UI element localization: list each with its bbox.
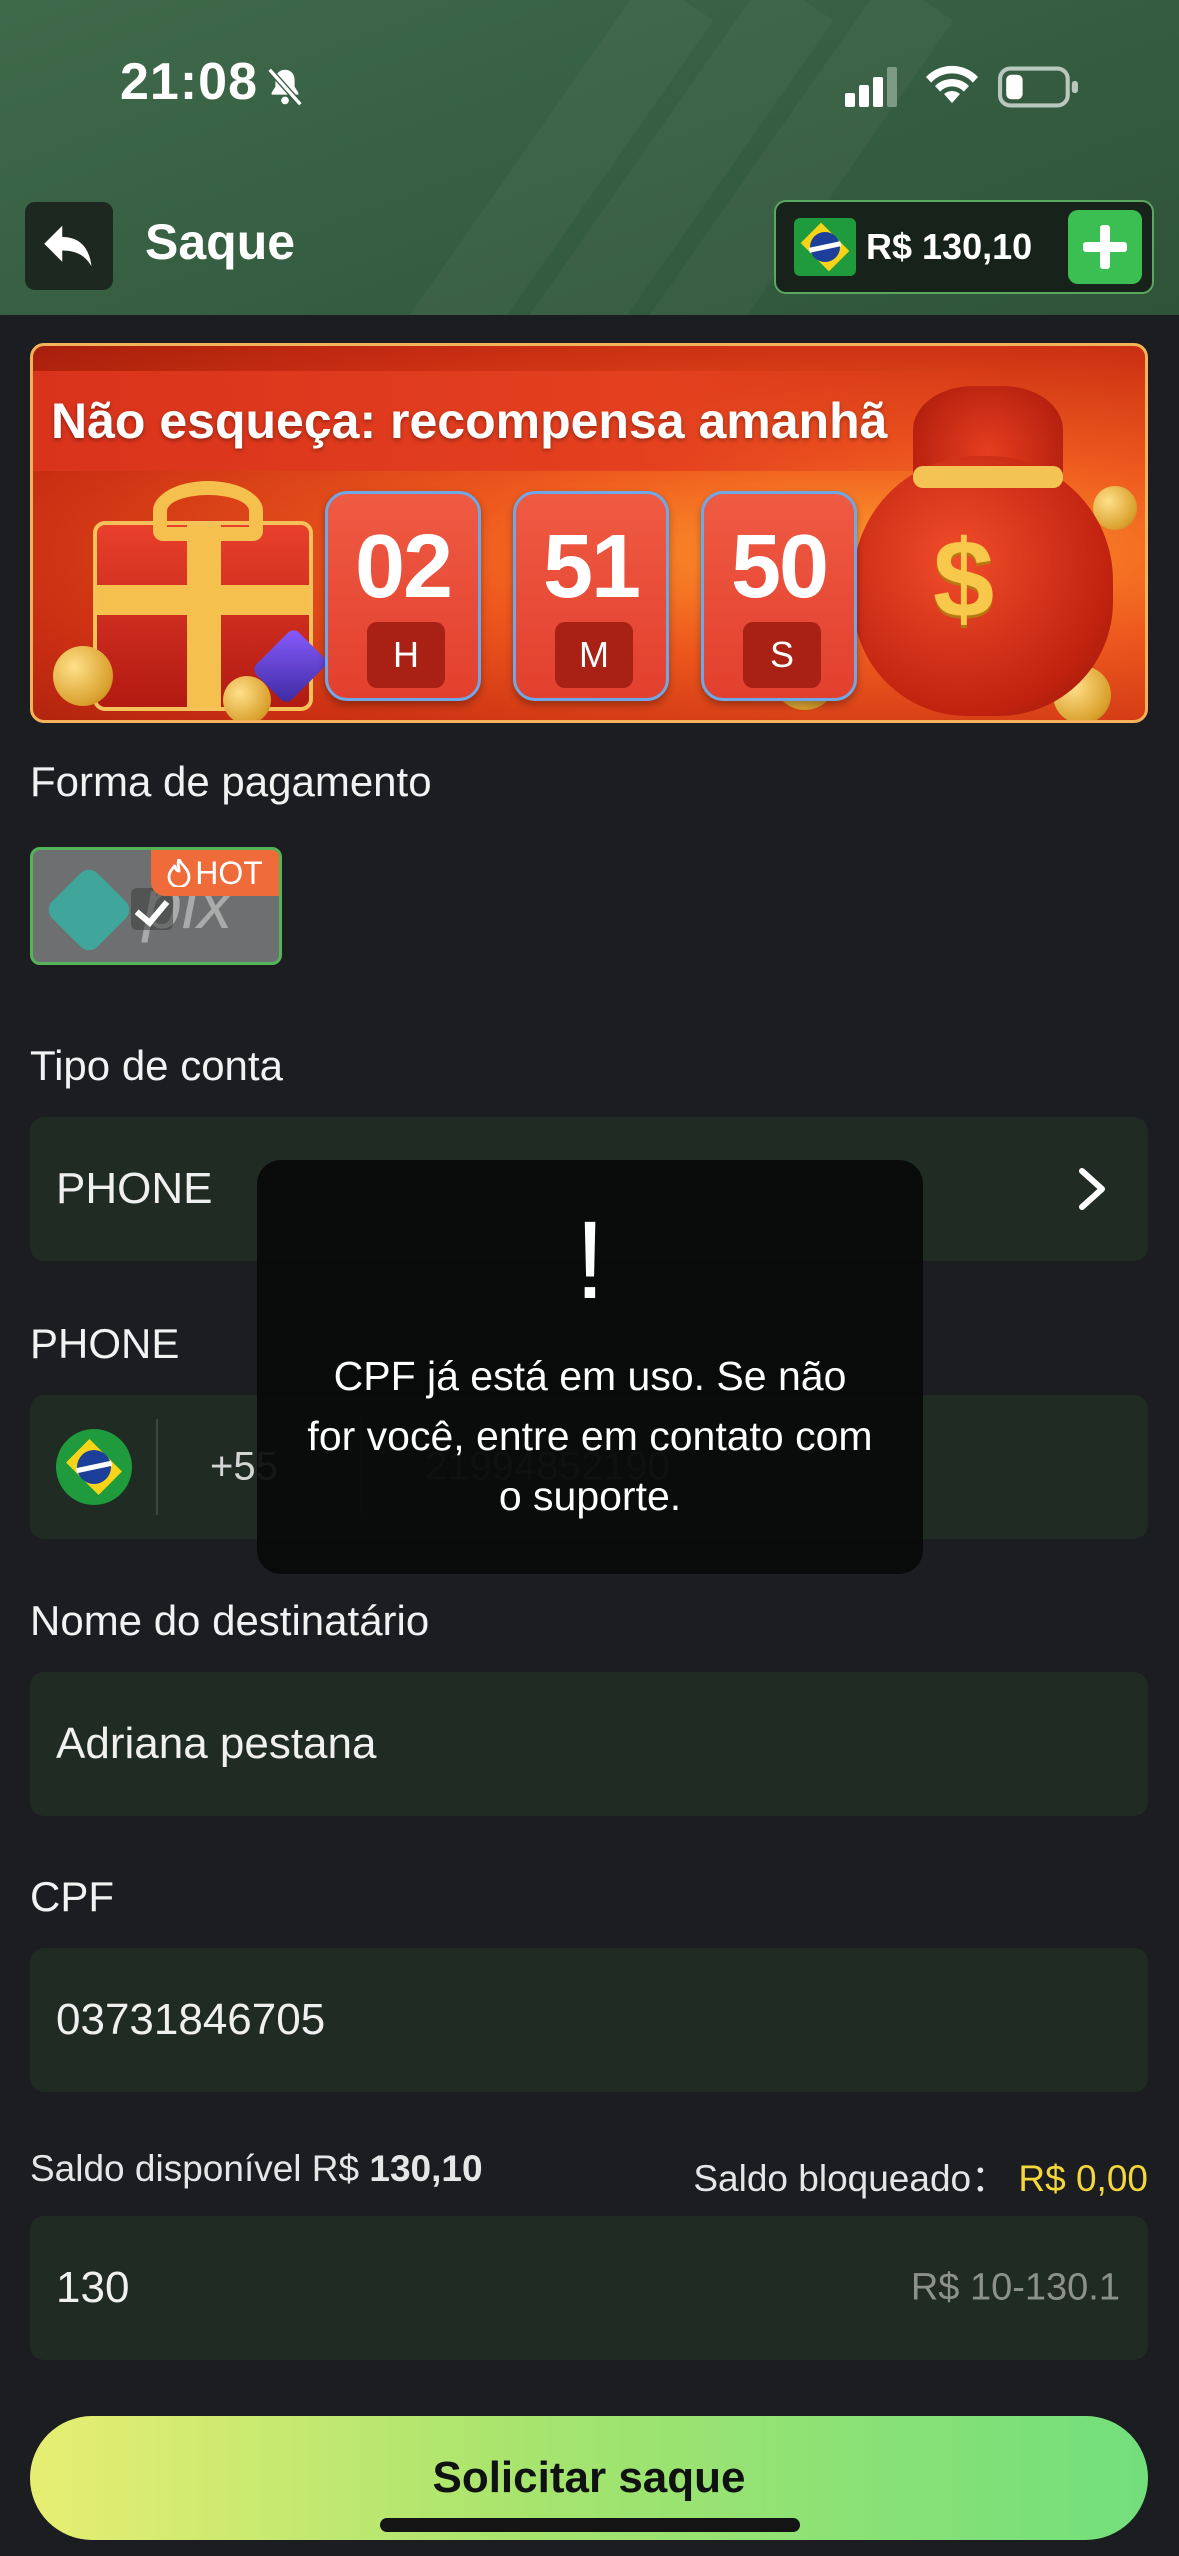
balance-amount: R$ 130,10 [866,226,1033,267]
cpf-value: 03731846705 [56,1995,326,2044]
amount-input[interactable]: 130 R$ 10-130.1 [30,2216,1148,2360]
brazil-flag-icon [794,218,856,276]
back-arrow-icon [44,225,92,267]
battery-icon [998,66,1078,108]
deposit-plus-button[interactable] [1068,210,1142,284]
home-indicator [380,2518,800,2532]
brazil-flag-icon [56,1429,132,1505]
balance-info-row: Saldo disponível R$ 130,10 Saldo bloquea… [30,2148,1148,2199]
header: 21:08 Saque R$ 130,10 [0,0,1179,315]
timer-seconds: 50 S [701,491,857,701]
phone-label: PHONE [30,1320,180,1367]
coin-illustration [223,676,271,720]
coin-illustration [53,646,113,706]
hot-badge-label: HOT [195,854,263,891]
timer-unit: S [743,622,821,688]
coin-illustration [1093,486,1137,530]
back-button[interactable] [25,202,113,290]
money-bag-tie [913,466,1063,488]
timer-minutes: 51 M [513,491,669,701]
gift-bow-illustration [153,481,263,541]
banner-title: Não esqueça: recompensa amanhã [51,393,888,449]
timer-value: 50 [730,517,829,617]
timer-value: 51 [542,517,641,617]
blocked-balance-value: R$ 0,00 [1018,2158,1148,2199]
pix-payment-option[interactable]: pix HOT [30,847,282,965]
amount-value: 130 [56,2263,130,2312]
amount-range-hint: R$ 10-130.1 [910,2266,1120,2309]
chevron-right-icon [1079,1168,1105,1210]
error-toast: ! CPF já está em uso. Se não for você, e… [257,1160,923,1574]
divider [156,1419,158,1515]
account-type-value: PHONE [56,1164,213,1213]
timer-hours: 02 H [325,491,481,701]
timer-value: 02 [354,517,453,617]
exclamation-icon: ! [574,1199,606,1322]
balance-widget[interactable]: R$ 130,10 [774,200,1154,294]
account-type-label: Tipo de conta [30,1042,283,1089]
pix-logo-icon [43,864,135,956]
fire-icon [167,859,191,887]
payment-method-label: Forma de pagamento [30,758,432,805]
toast-message: CPF já está em uso. Se não for você, ent… [307,1353,873,1519]
recipient-label: Nome do destinatário [30,1597,430,1644]
hot-badge: HOT [151,850,279,896]
reward-banner[interactable]: Não esqueça: recompensa amanhã $ 02 H 51… [30,343,1148,723]
timer-unit: H [367,622,445,688]
bell-off-icon [267,67,303,107]
blocked-balance-label: Saldo bloqueado： [693,2158,1009,2199]
status-time: 21:08 [120,53,258,111]
available-balance-value: 130,10 [369,2148,483,2189]
cpf-input[interactable]: 03731846705 [30,1948,1148,2092]
blocked-balance: Saldo bloqueado： R$ 0,00 [693,2148,1148,2202]
page-title: Saque [145,214,296,270]
wifi-icon [926,65,978,103]
dollar-sign-icon: $ [933,518,995,641]
timer-unit: M [555,622,633,688]
recipient-value: Adriana pestana [56,1719,377,1768]
recipient-input[interactable]: Adriana pestana [30,1672,1148,1816]
available-balance-label: Saldo disponível R$ [30,2148,360,2189]
signal-icon [845,67,897,107]
cpf-label: CPF [30,1873,114,1920]
